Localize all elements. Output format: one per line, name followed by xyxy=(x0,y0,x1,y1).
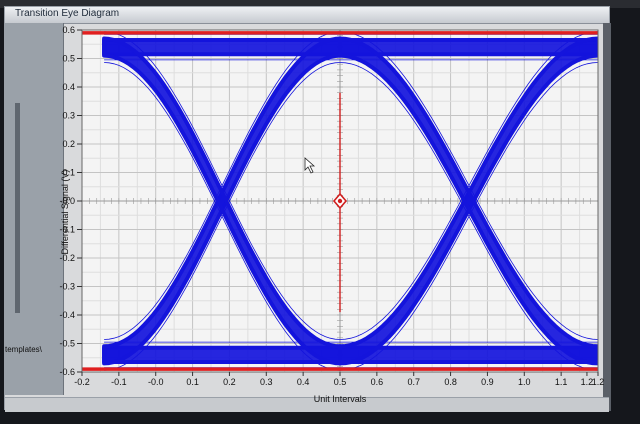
eye-diagram-chart: 0.6 0.5 0.4 0.3 0.2 0.1 -0.0 -0.1 -0.2 -0.3 -0.4 -0… xyxy=(59,25,604,404)
y-tick-label: -0.6 xyxy=(59,367,75,377)
x-tick-labels: -0.2 -0.1 -0.0 0.1 0.2 0.3 0.4 0.5 0.6 0.7 0.8 0.9 1… xyxy=(74,372,604,387)
y-tick-label: 0.6 xyxy=(62,25,75,35)
x-tick-label: 1.0 xyxy=(518,377,531,387)
y-tick-label: -0.3 xyxy=(59,282,75,292)
eye-center-dot xyxy=(337,198,343,204)
y-tick-label: 0.5 xyxy=(62,54,75,64)
x-tick-label: 0.5 xyxy=(334,377,347,387)
x-tick-label: -0.2 xyxy=(74,377,90,387)
y-tick-label: -0.5 xyxy=(59,339,75,349)
x-axis-label: Unit Intervals xyxy=(314,394,367,404)
x-tick-label: 0.1 xyxy=(186,377,199,387)
x-tick-label: 0.7 xyxy=(407,377,420,387)
x-tick-label: 1.1 xyxy=(555,377,568,387)
x-tick-label: 0.2 xyxy=(223,377,236,387)
x-tick-label: -0.1 xyxy=(111,377,127,387)
x-tick-label: 0.9 xyxy=(481,377,494,387)
y-tick-label: 0.4 xyxy=(62,82,75,92)
x-tick-label: 1.2 xyxy=(592,377,605,387)
y-axis-label: Differential Signal (V) xyxy=(60,170,70,255)
x-tick-label: 0.4 xyxy=(297,377,310,387)
y-tick-label: -0.4 xyxy=(59,310,75,320)
x-tick-label: 0.8 xyxy=(444,377,457,387)
x-tick-label: 0.6 xyxy=(371,377,384,387)
y-tick-label: 0.2 xyxy=(62,139,75,149)
y-tick-label: 0.3 xyxy=(62,111,75,121)
x-tick-label: 0.3 xyxy=(260,377,273,387)
x-tick-label: -0.0 xyxy=(148,377,164,387)
